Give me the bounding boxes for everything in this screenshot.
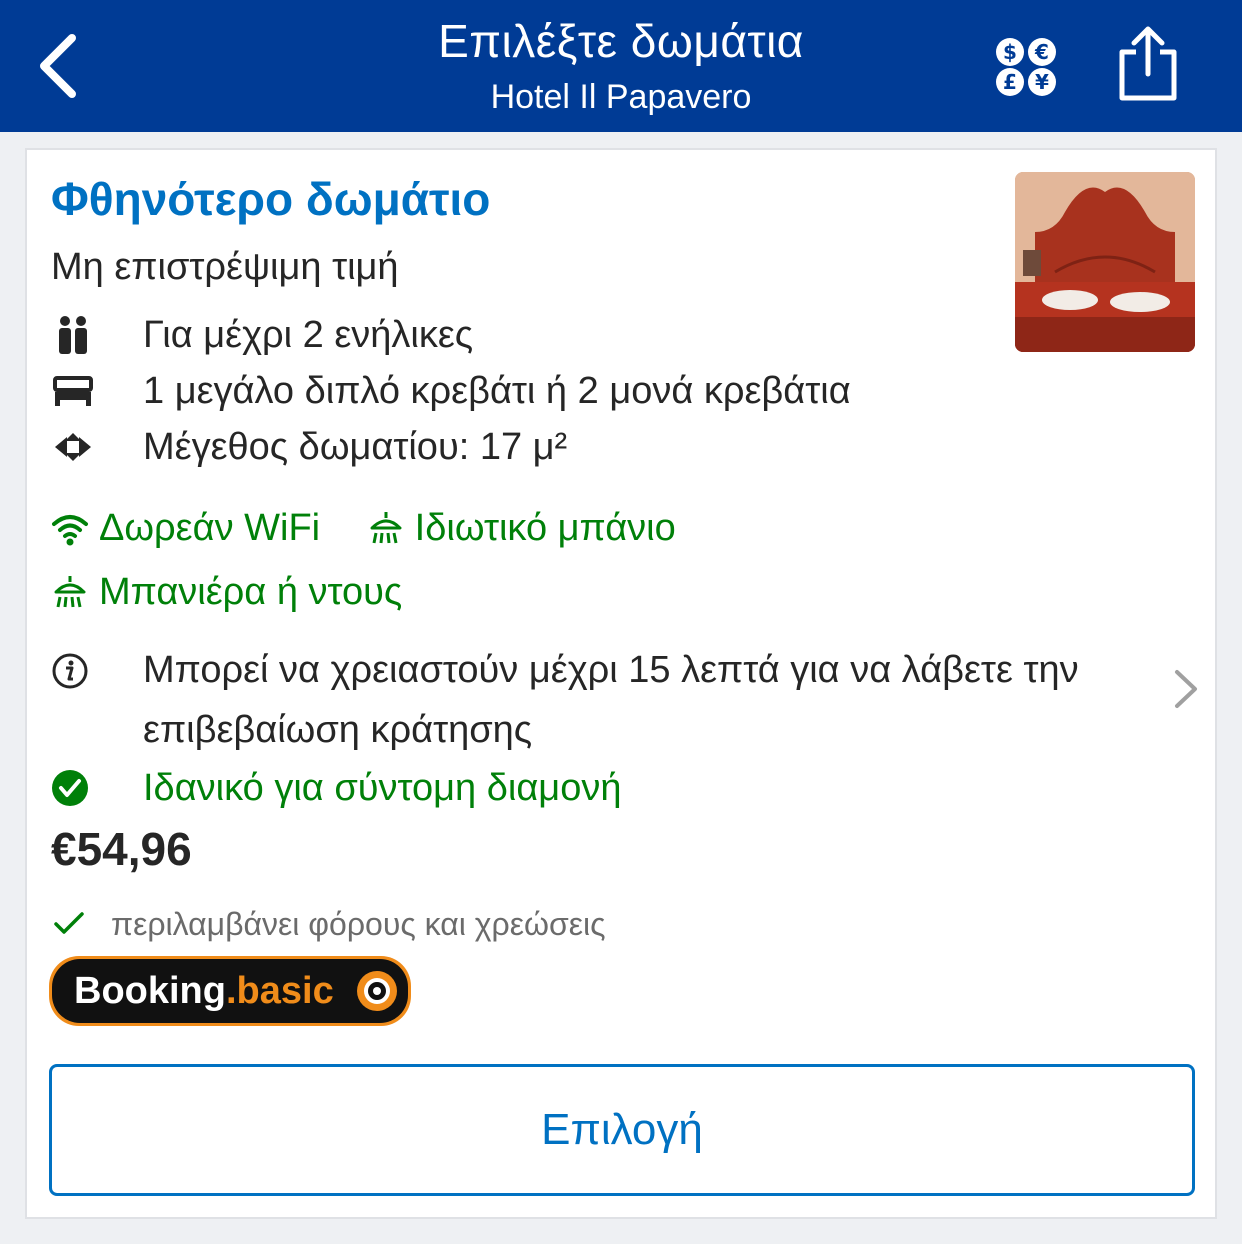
short-stay-badge: Ιδανικό για σύντομη διαμονή (51, 760, 621, 816)
confirmation-info[interactable]: Μπορεί να χρειαστούν μέχρι 15 λεπτά για … (51, 640, 1151, 760)
amenity-text: Μπανιέρα ή ντους (99, 571, 403, 613)
room-card: Φθηνότερο δωμάτιο Μη επιστρέψιμη τιμή Γι… (25, 148, 1217, 1219)
svg-text:€: € (1034, 40, 1049, 64)
feature-beds: 1 μεγάλο διπλό κρεβάτι ή 2 μονά κρεβάτια (51, 366, 851, 416)
feature-guests: Για μέχρι 2 ενήλικες (51, 310, 473, 360)
room-price: €54,96 (51, 823, 192, 875)
room-size-icon (51, 427, 95, 467)
refund-policy: Μη επιστρέψιμη τιμή (51, 246, 399, 288)
target-icon (356, 971, 397, 1011)
wifi-icon (52, 515, 88, 546)
check-icon (54, 912, 84, 934)
info-icon (51, 640, 95, 760)
guests-icon (51, 315, 95, 355)
svg-text:£: £ (1003, 70, 1017, 94)
amenity-wifi: Δωρεάν WiFi (51, 496, 320, 560)
amenity-bath-or-shower: Μπανιέρα ή ντους (51, 560, 402, 624)
check-circle-icon (51, 769, 95, 807)
info-text: Μπορεί να χρειαστούν μέχρι 15 λεπτά για … (143, 649, 1079, 751)
shower-icon (370, 512, 402, 544)
amenities-list: Δωρεάν WiFi Ιδιωτικό μπάνιο Μπανιέρα ή ν… (51, 496, 1071, 624)
svg-text:¥: ¥ (1035, 70, 1049, 94)
currency-icon[interactable]: $ € £ ¥ (993, 36, 1059, 98)
short-stay-text: Ιδανικό για σύντομη διαμονή (143, 766, 622, 809)
share-icon[interactable] (1112, 24, 1184, 102)
shower-icon (54, 576, 86, 608)
badge-brand: Booking (74, 969, 226, 1012)
badge-suffix: .basic (225, 969, 334, 1012)
feature-size: Μέγεθος δωματίου: 17 μ² (51, 422, 567, 472)
svg-text:$: $ (1003, 40, 1017, 64)
amenity-bathroom: Ιδιωτικό μπάνιο (367, 496, 676, 560)
select-room-button[interactable]: Επιλογή (49, 1064, 1195, 1196)
amenity-text: Δωρεάν WiFi (99, 507, 321, 549)
room-title[interactable]: Φθηνότερο δωμάτιο (51, 172, 490, 226)
feature-text: Για μέχρι 2 ενήλικες (143, 313, 474, 356)
amenity-text: Ιδιωτικό μπάνιο (414, 507, 676, 549)
feature-text: Μέγεθος δωματίου: 17 μ² (143, 425, 568, 468)
taxes-note: περιλαμβάνει φόρους και χρεώσεις (53, 902, 606, 946)
booking-basic-badge: Booking .basic (49, 956, 411, 1026)
taxes-text: περιλαμβάνει φόρους και χρεώσεις (111, 905, 606, 942)
chevron-right-icon[interactable] (1173, 668, 1199, 710)
bed-icon (51, 371, 95, 411)
app-header: Επιλέξτε δωμάτια Hotel Il Papavero $ € £… (0, 0, 1242, 132)
room-photo[interactable] (1015, 172, 1195, 352)
feature-text: 1 μεγάλο διπλό κρεβάτι ή 2 μονά κρεβάτια (143, 369, 851, 412)
